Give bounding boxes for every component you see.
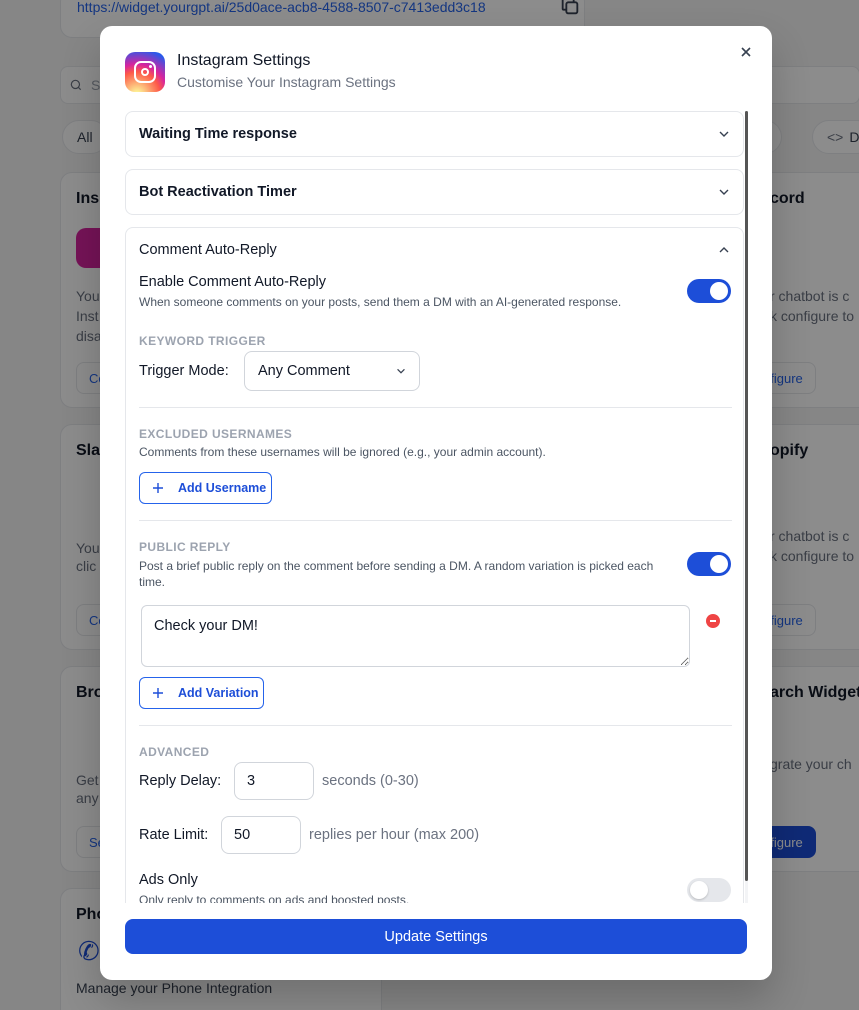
accordion-comment-auto-reply: Comment Auto-Reply Enable Comment Auto-R…: [125, 227, 744, 903]
rate-limit-label: Rate Limit:: [139, 827, 209, 843]
scrollbar-thumb[interactable]: [745, 111, 748, 881]
rate-limit-hint: replies per hour (max 200): [309, 827, 480, 843]
scrollbar[interactable]: [745, 111, 748, 903]
enable-comment-auto-reply-toggle[interactable]: [687, 279, 731, 303]
section-divider: [139, 520, 732, 521]
ads-only-description: Only reply to comments on ads and booste…: [139, 893, 410, 903]
add-variation-button[interactable]: Add Variation: [139, 677, 264, 709]
chevron-down-icon: [719, 131, 729, 137]
trigger-mode-select[interactable]: Any Comment: [244, 351, 420, 391]
add-username-label: Add Username: [178, 481, 267, 495]
reply-delay-label: Reply Delay:: [139, 773, 222, 789]
chevron-up-icon[interactable]: [717, 243, 731, 257]
add-variation-label: Add Variation: [178, 686, 259, 700]
rate-limit-input[interactable]: [221, 816, 301, 854]
accordion-bot-reactivation[interactable]: Bot Reactivation Timer: [125, 169, 744, 215]
keyword-trigger-heading: KEYWORD TRIGGER: [139, 334, 266, 348]
ads-only-toggle[interactable]: [687, 878, 731, 902]
update-settings-button[interactable]: Update Settings: [125, 919, 747, 954]
modal-title: Instagram Settings: [177, 52, 311, 69]
reply-delay-input[interactable]: [234, 762, 314, 800]
add-username-button[interactable]: Add Username: [139, 472, 272, 504]
accordion-comment-auto-reply-title[interactable]: Comment Auto-Reply: [139, 242, 277, 258]
accordion-waiting-time[interactable]: Waiting Time response: [125, 111, 744, 157]
instagram-logo-icon: [125, 52, 165, 92]
public-reply-toggle[interactable]: [687, 552, 731, 576]
plus-icon: [153, 688, 163, 698]
modal-header: Instagram Settings Customise Your Instag…: [125, 52, 747, 94]
accordion-bot-reactivation-title: Bot Reactivation Timer: [139, 184, 297, 200]
advanced-heading: ADVANCED: [139, 745, 210, 759]
excluded-usernames-description: Comments from these usernames will be ig…: [139, 445, 546, 459]
close-icon[interactable]: [736, 42, 756, 62]
section-divider: [139, 407, 732, 408]
trigger-mode-label: Trigger Mode:: [139, 363, 229, 379]
section-divider: [139, 725, 732, 726]
chevron-down-icon: [719, 189, 729, 195]
enable-comment-auto-reply-description: When someone comments on your posts, sen…: [139, 295, 622, 309]
public-reply-description: Post a brief public reply on the comment…: [139, 559, 654, 589]
modal-subtitle: Customise Your Instagram Settings: [177, 74, 396, 90]
settings-scroll-area[interactable]: Waiting Time response Bot Reactivation T…: [125, 111, 749, 903]
reply-variation-textarea[interactable]: Check your DM!: [141, 605, 690, 667]
accordion-waiting-time-title: Waiting Time response: [139, 126, 297, 142]
reply-delay-hint: seconds (0-30): [322, 773, 419, 789]
plus-icon: [153, 483, 163, 493]
enable-comment-auto-reply-label: Enable Comment Auto-Reply: [139, 274, 326, 290]
public-reply-heading: PUBLIC REPLY: [139, 540, 231, 554]
excluded-usernames-heading: EXCLUDED USERNAMES: [139, 427, 293, 441]
ads-only-label: Ads Only: [139, 872, 198, 888]
remove-variation-button[interactable]: [706, 614, 720, 628]
update-settings-label: Update Settings: [384, 929, 488, 945]
chevron-down-icon: [397, 368, 405, 374]
instagram-settings-modal: Instagram Settings Customise Your Instag…: [100, 26, 772, 980]
trigger-mode-value: Any Comment: [258, 363, 350, 379]
